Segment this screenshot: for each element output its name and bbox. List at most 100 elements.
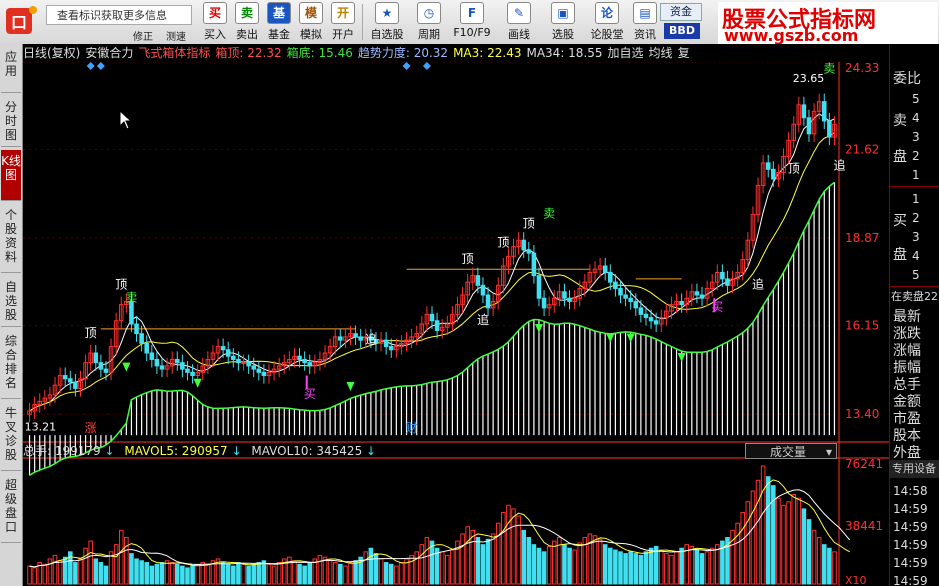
period-label[interactable]: 日线(复权)	[23, 46, 80, 60]
speed-test-link[interactable]: 测速	[166, 28, 186, 43]
buy-icon: 买	[203, 2, 227, 24]
buy-button[interactable]: 买 买入	[202, 2, 228, 42]
watchlist-button[interactable]: ★ 自选股	[368, 2, 406, 42]
forum-icon: 论	[595, 2, 619, 24]
volume-bar	[506, 504, 511, 585]
news-button[interactable]: ▤ 资讯	[632, 2, 658, 42]
volume-bar	[118, 529, 124, 585]
volume-bar	[623, 553, 628, 585]
volume-bar	[551, 540, 557, 585]
candle-body	[765, 162, 771, 170]
simulate-button[interactable]: 模 模拟	[298, 2, 324, 42]
indicator-name[interactable]: 飞式箱体指标	[138, 46, 210, 60]
volume-bar	[93, 558, 99, 585]
candle-body	[388, 346, 394, 351]
kline-chart[interactable]: 24.3321.6218.8716.1513.4023.6513.21顶顶顶顶顶…	[23, 62, 889, 586]
signal-down-arrow-icon	[677, 352, 686, 362]
candle-body	[725, 278, 730, 286]
candle-body	[231, 355, 236, 360]
volume-axis-label: 76241	[845, 457, 883, 471]
volume-bar	[776, 497, 781, 585]
volume-bar	[501, 511, 506, 585]
open-account-button[interactable]: 开 开户	[330, 2, 356, 42]
f10-button[interactable]: F F10/F9	[452, 2, 492, 42]
period-button[interactable]: ◷ 周期	[414, 2, 444, 42]
candle-body	[98, 362, 104, 370]
app-logo-icon[interactable]: 口	[4, 4, 38, 38]
site-watermark: 股票公式指标网 www.gszb.com	[718, 2, 938, 45]
adjust-label[interactable]: 复	[678, 46, 690, 60]
sidebar-tab-apps[interactable]: 应用	[1, 46, 21, 93]
mavol10-down-arrow-icon: ↓	[366, 444, 377, 458]
volume-bar	[175, 563, 180, 585]
screen-icon: ▣	[551, 2, 575, 24]
sell-button[interactable]: 卖 卖出	[234, 2, 260, 42]
draw-line-button[interactable]: ✎ 画线	[504, 2, 534, 42]
volume-bar	[353, 560, 358, 585]
volume-bar	[490, 533, 496, 585]
svg-text:口: 口	[11, 13, 27, 32]
stock-picker-button[interactable]: ▣ 选股	[548, 2, 578, 42]
candle-body	[261, 371, 267, 377]
sell-signal-label: 卖	[543, 207, 555, 221]
buy-signal-label: 买	[711, 300, 723, 314]
candle-body	[185, 368, 190, 373]
ma3-value: MA3: 22.43	[453, 46, 522, 60]
sidebar-tab-kline[interactable]: K线图	[1, 150, 21, 201]
sell-side-label-a: 卖	[893, 113, 907, 129]
volume-down-arrow-icon: ↓	[104, 444, 115, 458]
sidebar-tab-watchlist[interactable]: 自选股	[1, 276, 21, 327]
volume-bar	[460, 533, 465, 585]
sidebar-tab-profile[interactable]: 个股资料	[1, 204, 21, 273]
candle-body	[531, 252, 537, 277]
volume-info-bar: 总手: 199179 ↓ MAVOL5: 290957 ↓ MAVOL10: 3…	[23, 443, 743, 459]
buy-side-label-b: 盘	[893, 247, 907, 263]
add-watch-link[interactable]: 加自选	[608, 46, 644, 60]
volume-bar	[57, 560, 63, 585]
fix-link[interactable]: 修正	[133, 28, 153, 43]
bbd-button[interactable]: BBD	[664, 23, 700, 39]
volume-bar	[185, 567, 190, 585]
volume-bar	[363, 551, 369, 585]
f10-icon: F	[460, 2, 484, 24]
volume-bar	[327, 560, 333, 585]
volume-bar	[180, 565, 185, 585]
volume-indicator-dropdown[interactable]: 成交量 ▾	[745, 443, 837, 459]
candle-body	[541, 297, 547, 309]
forum-button[interactable]: 论 论股堂	[590, 2, 624, 42]
volume-bar	[633, 553, 639, 585]
volume-bar	[495, 522, 501, 585]
price-axis-label: 16.15	[845, 319, 879, 333]
volume-bar	[378, 558, 384, 585]
left-sidebar: 应用 分时图 K线图 个股资料 自选股 综合排名 牛叉诊股 超级盘口	[0, 44, 23, 586]
volume-bar	[811, 529, 817, 585]
volume-bar	[694, 549, 700, 585]
volume-bar	[827, 547, 832, 585]
ma-label[interactable]: 均线	[649, 46, 673, 60]
volume-bar	[470, 529, 476, 585]
candle-body	[68, 378, 73, 383]
asset-dropdown[interactable]: 资金	[660, 3, 702, 21]
search-input[interactable]: 查看标识获取更多信息	[46, 5, 192, 25]
volume-bar	[806, 519, 812, 585]
volume-bar	[373, 553, 379, 585]
volume-bar	[730, 529, 735, 585]
candle-body	[821, 101, 827, 122]
mavol10-value: MAVOL10: 345425	[251, 444, 363, 458]
candle-body	[93, 352, 99, 364]
fund-button[interactable]: 基 基金	[266, 2, 292, 42]
volume-bar	[796, 497, 802, 585]
sidebar-tab-super-quote[interactable]: 超级盘口	[1, 474, 21, 543]
stat-outer-volume: 外盘	[893, 445, 921, 461]
volume-bar	[343, 565, 348, 585]
volume-bar	[236, 562, 241, 585]
buy-level-3: 3	[912, 230, 920, 244]
sidebar-tab-intraday[interactable]: 分时图	[1, 96, 21, 147]
sidebar-tab-diagnosis[interactable]: 牛叉诊股	[1, 402, 21, 471]
volume-bar	[628, 551, 633, 585]
volume-bar	[786, 501, 791, 585]
ma-fast-line	[29, 113, 835, 412]
volume-bar	[414, 551, 419, 585]
volume-bar	[42, 563, 48, 585]
sidebar-tab-ranking[interactable]: 综合排名	[1, 330, 21, 399]
